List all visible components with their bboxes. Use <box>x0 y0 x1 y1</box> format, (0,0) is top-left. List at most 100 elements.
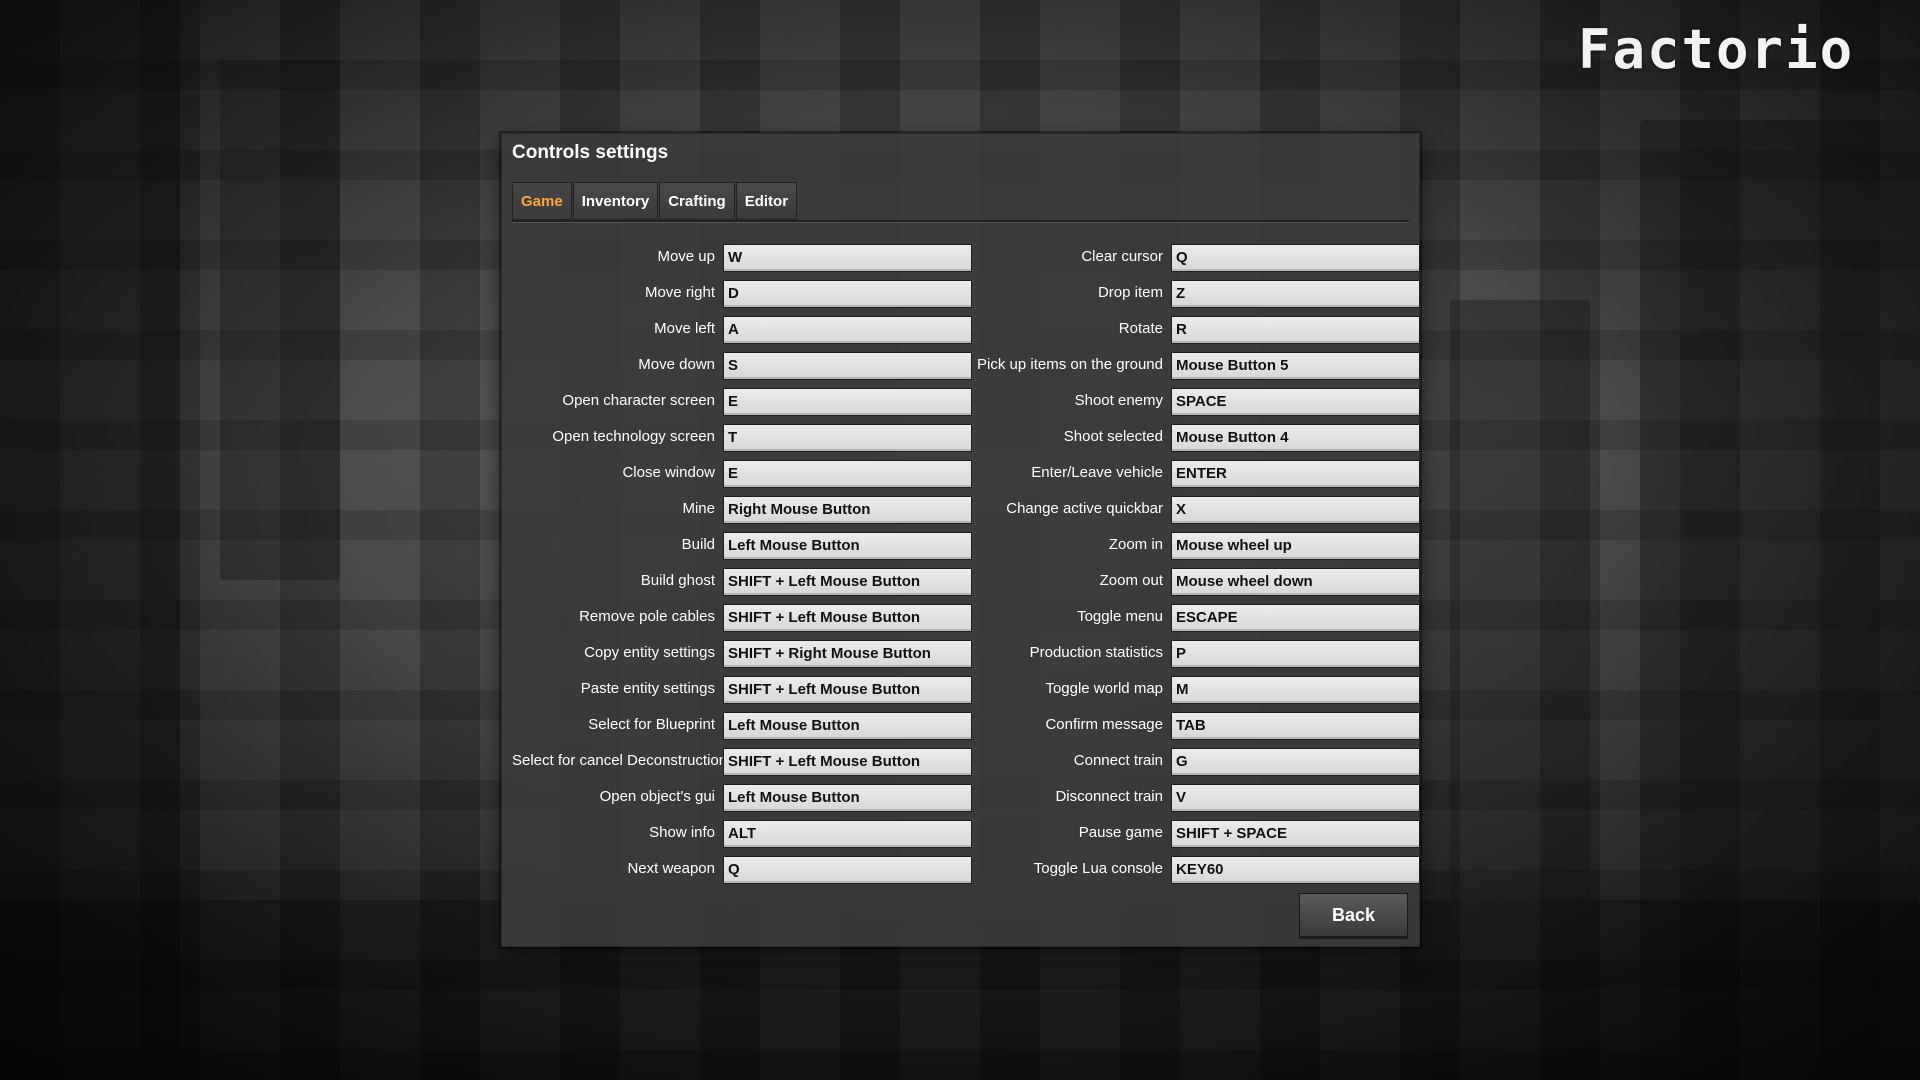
key-binding-field[interactable]: SHIFT + Left Mouse Button <box>723 604 972 632</box>
left-bindings-column: Move up W Move right D Move left A Move dow… <box>512 242 989 890</box>
binding-row-clear-cursor: Clear cursor Q <box>962 242 1420 278</box>
key-binding-field[interactable]: SHIFT + Left Mouse Button <box>723 676 972 704</box>
binding-label: Disconnect train <box>1055 788 1163 805</box>
binding-label: Shoot selected <box>1063 428 1163 445</box>
key-binding-field[interactable]: T <box>723 424 972 452</box>
key-binding-field[interactable]: Mouse wheel up <box>1171 532 1420 560</box>
key-binding-field[interactable]: V <box>1171 784 1420 812</box>
binding-row-paste-entity-settings: Paste entity settings SHIFT + Left Mouse … <box>512 674 989 710</box>
key-binding-field[interactable]: W <box>723 244 972 272</box>
binding-row-close-window: Close window E <box>512 458 989 494</box>
binding-row-remove-pole-cables: Remove pole cables SHIFT + Left Mouse But… <box>512 602 989 638</box>
binding-label: Zoom in <box>1108 536 1163 553</box>
binding-row-zoom-out: Zoom out Mouse wheel down <box>962 566 1420 602</box>
binding-row-open-character-screen: Open character screen E <box>512 386 989 422</box>
key-binding-field[interactable]: Right Mouse Button <box>723 496 972 524</box>
binding-label: Toggle Lua console <box>1033 860 1163 877</box>
key-binding-field[interactable]: Left Mouse Button <box>723 712 972 740</box>
back-button[interactable]: Back <box>1299 893 1408 937</box>
binding-row-open-objects-gui: Open object's gui Left Mouse Button <box>512 782 989 818</box>
key-binding-field[interactable]: SHIFT + Left Mouse Button <box>723 568 972 596</box>
binding-label: Pick up items on the ground <box>977 356 1163 373</box>
binding-row-copy-entity-settings: Copy entity settings SHIFT + Right Mouse … <box>512 638 989 674</box>
key-binding-field[interactable]: Mouse Button 5 <box>1171 352 1420 380</box>
binding-label: Copy entity settings <box>584 644 715 661</box>
binding-row-change-active-quickbar: Change active quickbar X <box>962 494 1420 530</box>
binding-label: Open technology screen <box>552 428 715 445</box>
key-binding-field[interactable]: X <box>1171 496 1420 524</box>
key-binding-field[interactable]: Mouse Button 4 <box>1171 424 1420 452</box>
binding-row-pick-up-items: Pick up items on the ground Mouse Button … <box>962 350 1420 386</box>
key-binding-field[interactable]: A <box>723 316 972 344</box>
binding-label: Move down <box>638 356 715 373</box>
key-binding-field[interactable]: Q <box>1171 244 1420 272</box>
binding-label: Production statistics <box>1029 644 1163 661</box>
binding-row-rotate: Rotate R <box>962 314 1420 350</box>
right-bindings-column: Clear cursor Q Drop item Z Rotate R Pick up… <box>962 242 1420 890</box>
key-binding-field[interactable]: G <box>1171 748 1420 776</box>
binding-row-shoot-enemy: Shoot enemy SPACE <box>962 386 1420 422</box>
controls-settings-dialog: Controls settings Game Inventory Craftin… <box>501 133 1420 947</box>
binding-label: Toggle world map <box>1045 680 1163 697</box>
binding-label: Select for cancel Deconstruction <box>512 752 728 769</box>
tab-game[interactable]: Game <box>512 182 572 220</box>
tab-inventory[interactable]: Inventory <box>572 182 659 220</box>
binding-row-pause-game: Pause game SHIFT + SPACE <box>962 818 1420 854</box>
key-binding-field[interactable]: P <box>1171 640 1420 668</box>
key-binding-field[interactable]: SHIFT + Right Mouse Button <box>723 640 972 668</box>
binding-label: Open object's gui <box>599 788 715 805</box>
key-binding-field[interactable]: ESCAPE <box>1171 604 1420 632</box>
binding-label: Paste entity settings <box>580 680 715 697</box>
dialog-title: Controls settings <box>512 142 669 163</box>
binding-label: Mine <box>682 500 715 517</box>
binding-row-move-up: Move up W <box>512 242 989 278</box>
binding-label: Move left <box>654 320 715 337</box>
binding-row-confirm-message: Confirm message TAB <box>962 710 1420 746</box>
key-binding-field[interactable]: D <box>723 280 972 308</box>
binding-row-open-technology-screen: Open technology screen T <box>512 422 989 458</box>
key-binding-field[interactable]: S <box>723 352 972 380</box>
key-binding-field[interactable]: M <box>1171 676 1420 704</box>
tab-editor[interactable]: Editor <box>735 182 798 220</box>
binding-row-build-ghost: Build ghost SHIFT + Left Mouse Button <box>512 566 989 602</box>
key-binding-field[interactable]: R <box>1171 316 1420 344</box>
factorio-logo: Factorio <box>1578 18 1855 81</box>
key-binding-field[interactable]: SHIFT + SPACE <box>1171 820 1420 848</box>
key-binding-field[interactable]: Left Mouse Button <box>723 532 972 560</box>
binding-label: Build <box>681 536 715 553</box>
binding-row-toggle-menu: Toggle menu ESCAPE <box>962 602 1420 638</box>
binding-row-select-for-cancel-deconstruction: Select for cancel Deconstruction SHIFT + … <box>512 746 989 782</box>
key-binding-field[interactable]: E <box>723 388 972 416</box>
key-binding-field[interactable]: Q <box>723 856 972 884</box>
key-binding-field[interactable]: Mouse wheel down <box>1171 568 1420 596</box>
key-binding-field[interactable]: Z <box>1171 280 1420 308</box>
binding-row-toggle-world-map: Toggle world map M <box>962 674 1420 710</box>
binding-label: Drop item <box>1097 284 1163 301</box>
binding-row-select-for-blueprint: Select for Blueprint Left Mouse Button <box>512 710 989 746</box>
binding-row-shoot-selected: Shoot selected Mouse Button 4 <box>962 422 1420 458</box>
binding-label: Show info <box>649 824 715 841</box>
binding-label: Confirm message <box>1045 716 1163 733</box>
key-binding-field[interactable]: ENTER <box>1171 460 1420 488</box>
key-binding-field[interactable]: TAB <box>1171 712 1420 740</box>
binding-label: Enter/Leave vehicle <box>1031 464 1163 481</box>
binding-label: Change active quickbar <box>1006 500 1163 517</box>
key-binding-field[interactable]: SHIFT + Left Mouse Button <box>723 748 972 776</box>
key-binding-field[interactable]: SPACE <box>1171 388 1420 416</box>
binding-label: Remove pole cables <box>579 608 715 625</box>
binding-label: Shoot enemy <box>1074 392 1163 409</box>
key-binding-field[interactable]: E <box>723 460 972 488</box>
tab-bar: Game Inventory Crafting Editor <box>512 182 798 222</box>
binding-row-next-weapon: Next weapon Q <box>512 854 989 890</box>
binding-label: Clear cursor <box>1081 248 1163 265</box>
binding-row-disconnect-train: Disconnect train V <box>962 782 1420 818</box>
key-binding-field[interactable]: KEY60 <box>1171 856 1420 884</box>
binding-label: Pause game <box>1078 824 1163 841</box>
key-binding-field[interactable]: Left Mouse Button <box>723 784 972 812</box>
binding-label: Open character screen <box>562 392 715 409</box>
tab-crafting[interactable]: Crafting <box>659 182 735 220</box>
binding-label: Move up <box>657 248 715 265</box>
binding-row-show-info: Show info ALT <box>512 818 989 854</box>
key-binding-field[interactable]: ALT <box>723 820 972 848</box>
binding-label: Zoom out <box>1099 572 1163 589</box>
